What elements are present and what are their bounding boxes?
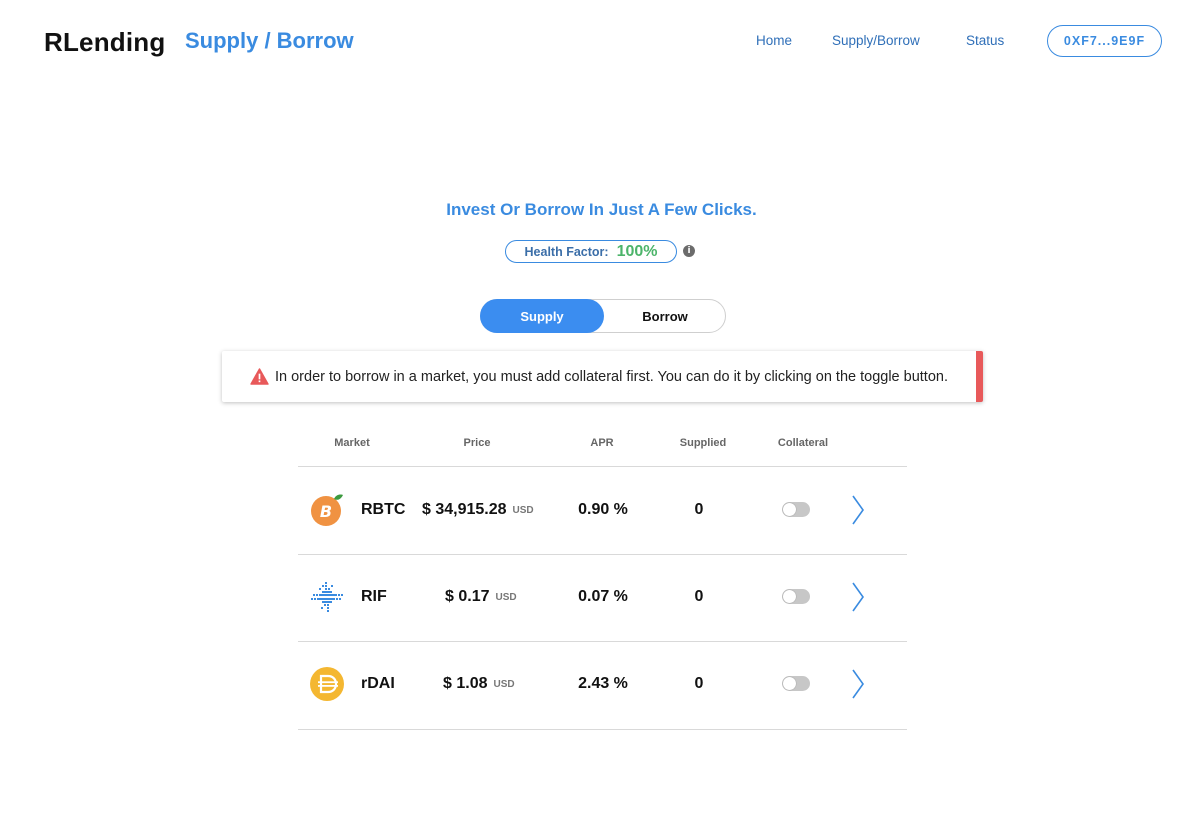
nav-home-link[interactable]: Home — [756, 33, 792, 48]
info-icon[interactable]: i — [683, 245, 695, 257]
collateral-toggle[interactable] — [782, 589, 810, 604]
price-value: $ 34,915.28 — [422, 501, 507, 518]
toggle-knob — [783, 677, 796, 690]
tagline: Invest Or Borrow In Just A Few Clicks. — [446, 200, 757, 219]
price-unit: USD — [493, 679, 515, 690]
market-price: $ 0.17 USD — [445, 588, 517, 606]
alert-message: In order to borrow in a market, you must… — [274, 368, 948, 385]
health-factor-label: Health Factor: — [524, 244, 609, 259]
market-apr: 0.07 % — [578, 588, 628, 605]
column-header-market: Market — [334, 437, 370, 449]
rdai-icon — [310, 667, 344, 701]
rif-icon — [311, 582, 343, 612]
market-name: rDAI — [361, 675, 395, 692]
column-header-collateral: Collateral — [777, 437, 829, 449]
market-name: RIF — [361, 588, 387, 605]
price-unit: USD — [495, 592, 517, 603]
wallet-address-button[interactable]: 0XF7...9E9F — [1047, 25, 1162, 57]
market-supplied: 0 — [694, 501, 704, 518]
collateral-toggle[interactable] — [782, 502, 810, 517]
market-supplied: 0 — [694, 588, 704, 605]
market-price: $ 34,915.28 USD — [422, 501, 534, 519]
chevron-right-icon[interactable] — [851, 581, 865, 613]
health-factor-value: 100% — [616, 242, 658, 260]
column-header-price: Price — [463, 437, 491, 449]
chevron-right-icon[interactable] — [851, 494, 865, 526]
chevron-right-icon[interactable] — [851, 668, 865, 700]
market-supplied: 0 — [694, 675, 704, 692]
toggle-knob — [783, 590, 796, 603]
market-price: $ 1.08 USD — [443, 675, 515, 693]
price-value: $ 0.17 — [445, 588, 490, 605]
svg-text:B: B — [320, 502, 332, 521]
market-apr: 0.90 % — [578, 501, 628, 518]
rbtc-icon: B — [311, 494, 343, 526]
price-unit: USD — [512, 505, 534, 516]
warning-triangle-icon — [250, 368, 269, 385]
supply-tab[interactable]: Supply — [480, 299, 604, 333]
market-row-rdai[interactable]: rDAI $ 1.08 USD 2.43 % 0 — [298, 641, 907, 728]
collateral-toggle[interactable] — [782, 676, 810, 691]
top-navbar: RLending Supply / Borrow Home Supply/Bor… — [0, 0, 1203, 80]
column-header-apr: APR — [590, 437, 614, 449]
market-apr: 2.43 % — [578, 675, 628, 692]
column-header-supplied: Supplied — [679, 437, 727, 449]
health-factor-badge: Health Factor: 100% — [505, 240, 677, 263]
market-name: RBTC — [361, 501, 406, 518]
borrow-tab[interactable]: Borrow — [603, 299, 727, 333]
market-row-rif[interactable]: RIF $ 0.17 USD 0.07 % 0 — [298, 554, 907, 641]
market-row-rbtc[interactable]: B RBTC $ 34,915.28 USD 0.90 % 0 — [298, 467, 907, 554]
brand-logo[interactable]: RLending — [44, 27, 165, 58]
toggle-knob — [783, 503, 796, 516]
table-divider — [298, 729, 907, 730]
price-value: $ 1.08 — [443, 675, 488, 692]
collateral-alert: In order to borrow in a market, you must… — [222, 351, 983, 402]
nav-supply-borrow-link[interactable]: Supply/Borrow — [832, 33, 920, 48]
supply-borrow-toggle: Supply Borrow — [480, 299, 726, 333]
page-title: Supply / Borrow — [185, 28, 354, 53]
nav-status-link[interactable]: Status — [966, 33, 1004, 48]
